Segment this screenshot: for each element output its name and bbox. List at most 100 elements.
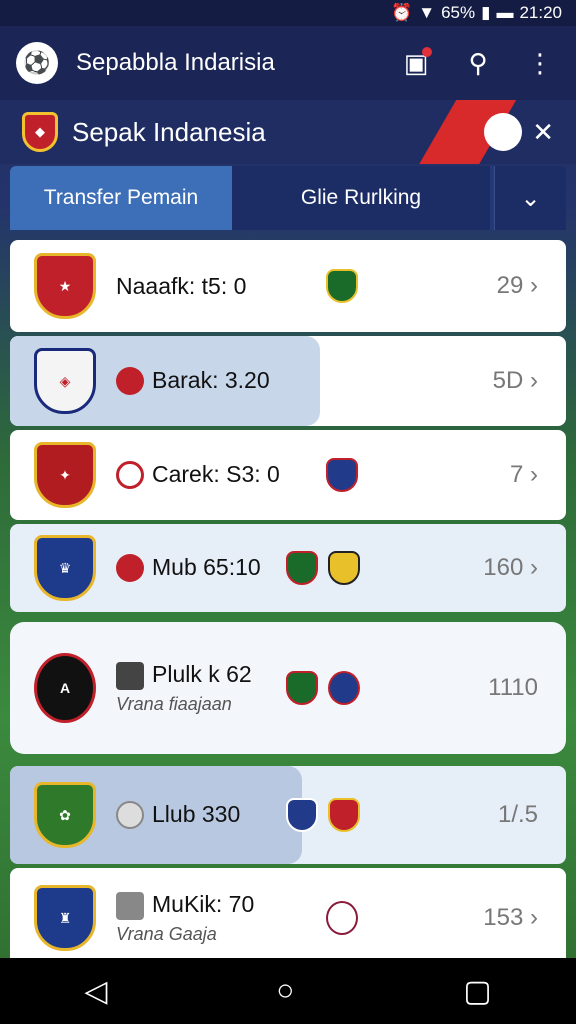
row-value-text: 153 (483, 904, 524, 931)
row-main: Plulk k 62 (116, 661, 252, 690)
team-badge-icon (326, 269, 358, 303)
row-value-text: 5D (492, 367, 524, 394)
row-text: Carek: S3: 0 (116, 461, 280, 490)
row-value: 1/.5 (498, 801, 538, 829)
clock: 21:20 (519, 3, 562, 22)
team-icons (326, 901, 358, 935)
app-bar: ⚽ Sepabbla Indarisia ▣ ⚲ ⋮ (0, 26, 576, 100)
chevron-right-icon: › (530, 367, 538, 394)
club-crest-icon: ★ (34, 253, 96, 319)
team-icons (326, 458, 358, 492)
row-title: Llub 330 (152, 800, 241, 827)
row-text: MuKik: 70 Vrana Gaaja (116, 891, 254, 945)
list-item[interactable]: ◈ Barak: 3.20 5D › (10, 336, 566, 426)
home-icon[interactable]: ○ (276, 974, 294, 1008)
app-title: Sepabbla Indarisia (76, 49, 275, 76)
section-header: ◆ Sepak Indanesia ✕ (0, 100, 576, 164)
ball-search-icon[interactable] (484, 113, 523, 151)
club-mini-icon (116, 461, 144, 490)
list-item[interactable]: ★ Naaafk: t5: 0 29 › (10, 240, 566, 332)
row-main: Carek: S3: 0 (116, 461, 280, 490)
row-title: Barak: 3.20 (152, 366, 270, 393)
list-item[interactable]: ♛ Mub 65:10 160 › (10, 524, 566, 612)
section-title: Sepak Indanesia (72, 116, 266, 147)
row-subtitle: Vrana Gaaja (116, 923, 217, 944)
row-value-text: 160 (483, 554, 524, 581)
row-value: 1110 (488, 674, 538, 702)
club-crest-icon: ✿ (34, 782, 96, 848)
row-value: 7 › (510, 461, 538, 489)
notification-dot (422, 47, 432, 57)
row-subtitle: Vrana fiaajaan (116, 693, 232, 714)
app-logo-icon: ⚽ (16, 42, 58, 84)
battery-icon: ▬ (496, 3, 514, 22)
row-main: MuKik: 70 (116, 891, 254, 920)
status-bar: ⏰ ▼ 65% ▮ ▬ 21:20 (0, 0, 576, 26)
chevron-right-icon: › (530, 272, 538, 299)
calendar-icon[interactable]: ▣ (396, 43, 436, 83)
row-value-text: 7 (509, 461, 524, 488)
club-crest-icon: ◈ (34, 348, 96, 414)
team-icons (326, 269, 358, 303)
club-mini-icon (116, 661, 144, 690)
team-badge-icon (328, 671, 360, 705)
club-crest-icon: A (34, 653, 96, 723)
back-icon[interactable]: ◁ (84, 974, 107, 1009)
row-value: 153 › (483, 904, 538, 932)
system-nav-bar: ◁ ○ ▢ (0, 958, 576, 1024)
search-icon[interactable]: ⚲ (458, 43, 498, 83)
tab-bar: Transfer Pemain Glie Rurlking ⌄ (10, 166, 566, 230)
team-icons (286, 798, 360, 832)
team-badge-icon (328, 551, 360, 585)
signal-icon: ▮ (481, 3, 491, 22)
list-item[interactable]: ✦ Carek: S3: 0 7 › (10, 430, 566, 520)
alarm-icon: ⏰ (391, 3, 413, 22)
row-title: Plulk k 62 (152, 661, 252, 688)
chevron-right-icon: › (530, 554, 538, 581)
row-text: Llub 330 (116, 801, 240, 830)
club-mini-icon (116, 554, 144, 583)
team-icons (286, 671, 360, 705)
club-crest-icon: ✦ (34, 442, 96, 508)
team-badge-icon (326, 901, 358, 935)
tab-transfer[interactable]: Transfer Pemain (10, 166, 232, 230)
row-value: 29 › (497, 272, 538, 300)
more-vert-icon[interactable]: ⋮ (520, 43, 560, 83)
row-value-text: 1/.5 (497, 801, 538, 828)
list-item[interactable]: ✿ Llub 330 1/.5 (10, 766, 566, 864)
club-mini-icon (116, 367, 144, 396)
row-text: Plulk k 62 Vrana fiaajaan (116, 661, 252, 715)
league-shield-icon: ◆ (22, 112, 58, 152)
chevron-right-icon: › (530, 461, 538, 488)
row-value-text: 29 (496, 272, 524, 299)
club-mini-icon (116, 891, 144, 920)
team-badge-icon (286, 798, 318, 832)
row-value: 5D › (493, 367, 538, 395)
list-item[interactable]: ♜ MuKik: 70 Vrana Gaaja 153 › (10, 868, 566, 968)
club-mini-icon (116, 801, 144, 830)
team-badge-icon (286, 671, 318, 705)
tab-ranking[interactable]: Glie Rurlking (232, 166, 490, 230)
chevron-right-icon: › (530, 904, 538, 931)
chevron-down-icon[interactable]: ⌄ (494, 166, 566, 230)
recents-icon[interactable]: ▢ (463, 974, 491, 1009)
list-item[interactable]: A Plulk k 62 Vrana fiaajaan 1110 (10, 622, 566, 754)
row-value-text: 1110 (488, 674, 538, 701)
row-main: Mub 65:10 (116, 554, 261, 583)
row-title: MuKik: 70 (152, 891, 255, 918)
team-badge-icon (326, 458, 358, 492)
close-icon[interactable]: ✕ (532, 117, 554, 148)
team-icons (286, 551, 360, 585)
club-crest-icon: ♜ (34, 885, 96, 951)
row-main: Barak: 3.20 (116, 367, 270, 396)
row-text: Naaafk: t5: 0 (116, 273, 246, 300)
row-title: Naaafk: t5: 0 (116, 272, 247, 299)
row-title: Mub 65:10 (152, 553, 261, 580)
team-badge-icon (286, 551, 318, 585)
team-badge-icon (328, 798, 360, 832)
row-text: Mub 65:10 (116, 554, 261, 583)
row-title: Carek: S3: 0 (152, 460, 280, 487)
wifi-icon: ▼ (418, 3, 436, 22)
row-value: 160 › (483, 554, 538, 582)
club-crest-icon: ♛ (34, 535, 96, 601)
